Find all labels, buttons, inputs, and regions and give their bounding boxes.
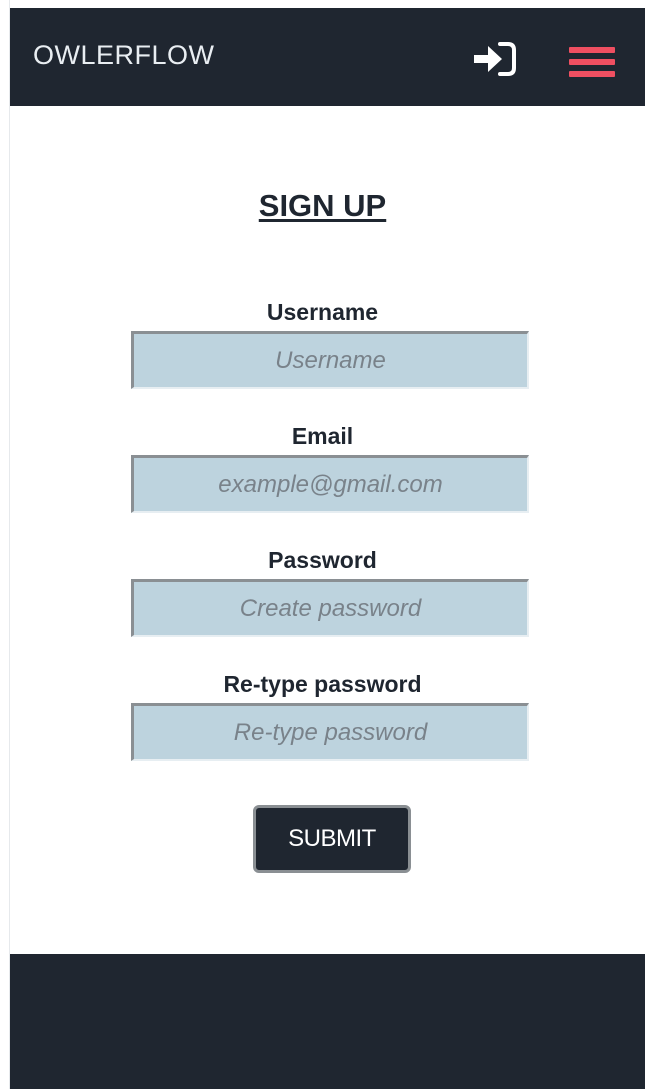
sign-in-icon [474,42,516,76]
hamburger-menu-button[interactable] [566,44,618,80]
retype-password-input[interactable] [131,703,529,761]
menu-bar-bottom [569,71,615,77]
login-button[interactable] [470,40,518,78]
window-left-edge [0,0,10,1089]
email-input[interactable] [131,455,529,513]
username-input[interactable] [131,331,529,389]
password-label: Password [268,547,377,573]
password-input[interactable] [131,579,529,637]
brand-logo-text[interactable]: OWLERFLOW [33,42,215,69]
page-title: SIGN UP [258,188,387,223]
top-navbar: OWLERFLOW [10,8,645,106]
menu-bar-middle [569,59,615,65]
page-footer [10,954,645,1089]
menu-bar-top [569,47,615,53]
submit-button[interactable]: SUBMIT [253,805,411,873]
email-label: Email [291,423,354,449]
username-label: Username [266,299,379,325]
signup-page: OWLERFLOW SIGN UP Username Email Passwor… [0,0,645,1089]
retype-password-label: Re-type password [223,671,422,697]
